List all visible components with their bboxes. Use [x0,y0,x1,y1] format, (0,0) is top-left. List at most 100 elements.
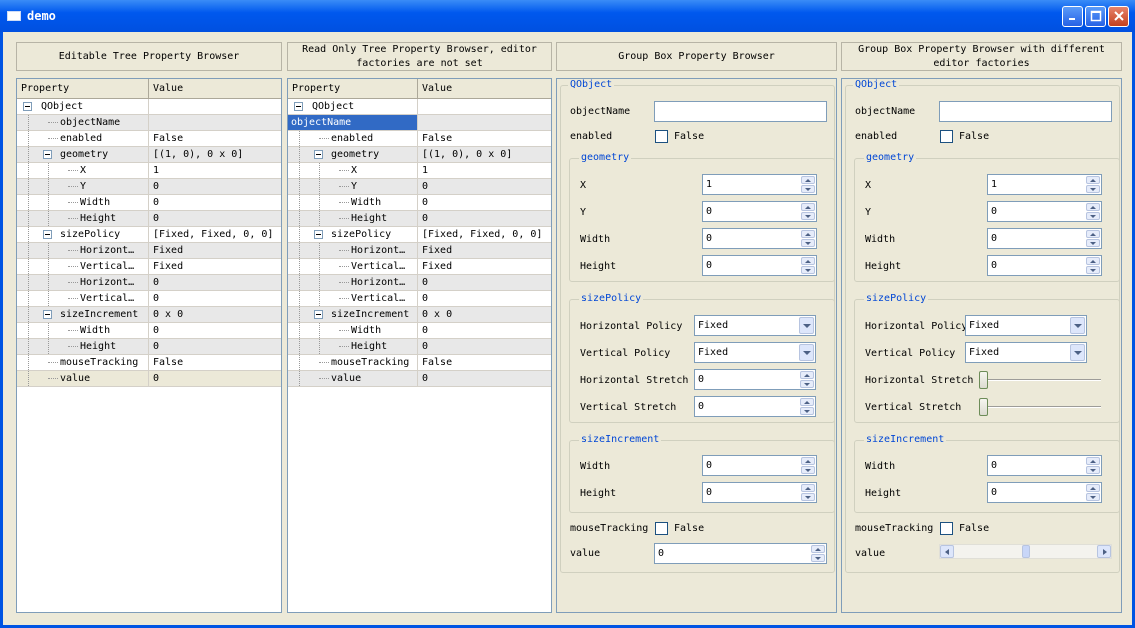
tree-row[interactable]: Vertical… 0 [17,291,281,307]
spin-up-icon[interactable] [801,484,815,492]
value-spinbox[interactable]: 0 [654,543,827,564]
width-spinbox[interactable]: 0 [702,228,817,249]
column-header-value[interactable]: Value [418,79,551,99]
spin-down-icon[interactable] [801,212,815,220]
value-cell[interactable] [149,99,153,114]
size-increment-height-spinbox[interactable]: 0 [702,482,817,503]
tree-row[interactable]: Horizont… 0 [288,275,551,291]
objectName-input[interactable] [939,101,1112,122]
value-cell[interactable]: Fixed [149,259,183,274]
value-cell[interactable]: 0 [149,195,159,210]
minimize-button[interactable] [1062,6,1083,27]
value-cell[interactable]: 0 [149,371,159,386]
spin-up-icon[interactable] [1086,230,1100,238]
spin-down-icon[interactable] [1086,493,1100,501]
spin-up-icon[interactable] [800,371,814,379]
scroll-right-icon[interactable] [1097,545,1111,558]
vertical-stretch-slider[interactable] [979,397,1101,417]
slider-thumb[interactable] [979,398,988,416]
tree-row[interactable]: Vertical… Fixed [288,259,551,275]
spin-down-icon[interactable] [811,554,825,562]
spin-up-icon[interactable] [1086,257,1100,265]
close-button[interactable] [1108,6,1129,27]
value-cell[interactable]: 0 [149,179,159,194]
tree-row[interactable]: Vertical… 0 [288,291,551,307]
collapse-icon[interactable] [314,150,323,159]
x-spinbox[interactable]: 1 [987,174,1102,195]
spin-down-icon[interactable] [801,493,815,501]
tree-row[interactable]: enabled False [288,131,551,147]
slider-thumb[interactable] [979,371,988,389]
tree-row[interactable]: value 0 [288,371,551,387]
height-spinbox[interactable]: 0 [987,255,1102,276]
tree-row[interactable]: objectName [288,115,551,131]
tree-row[interactable]: mouseTracking False [17,355,281,371]
value-cell[interactable]: [(1, 0), 0 x 0] [149,147,243,162]
collapse-icon[interactable] [314,230,323,239]
spin-down-icon[interactable] [801,185,815,193]
enabled-checkbox[interactable] [655,130,668,143]
tree-row[interactable]: Width 0 [288,323,551,339]
value-cell[interactable]: 0 [149,275,159,290]
readonly-tree-browser[interactable]: Property Value QObject objectName enabled Fal… [287,78,552,613]
size-increment-width-spinbox[interactable]: 0 [702,455,817,476]
tree-row[interactable]: sizeIncrement 0 x 0 [17,307,281,323]
tree-row[interactable]: Y0 [17,179,281,195]
editable-tree-browser[interactable]: Property Value QObject objectName enabled Fal… [16,78,282,613]
column-header-value[interactable]: Value [149,79,281,99]
chevron-down-icon[interactable] [799,344,814,361]
spin-up-icon[interactable] [801,176,815,184]
y-spinbox[interactable]: 0 [987,201,1102,222]
spin-down-icon[interactable] [1086,185,1100,193]
value-cell[interactable]: 0 [149,339,159,354]
size-increment-height-spinbox[interactable]: 0 [987,482,1102,503]
value-cell[interactable]: False [149,355,183,370]
spin-down-icon[interactable] [801,239,815,247]
tree-row[interactable]: sizePolicy [Fixed, Fixed, 0, 0] [288,227,551,243]
spin-down-icon[interactable] [801,466,815,474]
spin-down-icon[interactable] [1086,266,1100,274]
value-cell[interactable]: 0 x 0 [149,307,183,322]
width-spinbox[interactable]: 0 [987,228,1102,249]
spin-up-icon[interactable] [801,203,815,211]
value-cell[interactable]: 0 [149,211,159,226]
tree-row[interactable]: sizePolicy [Fixed, Fixed, 0, 0] [17,227,281,243]
chevron-down-icon[interactable] [1070,344,1085,361]
spin-down-icon[interactable] [1086,212,1100,220]
objectName-input[interactable] [654,101,827,122]
tree-row[interactable]: mouseTracking False [288,355,551,371]
scroll-left-icon[interactable] [940,545,954,558]
vertical-policy-combo[interactable]: Fixed [965,342,1087,363]
value-cell[interactable]: 1 [149,163,159,178]
spin-up-icon[interactable] [1086,457,1100,465]
value-cell[interactable] [149,115,153,130]
tree-row[interactable]: Width 0 [288,195,551,211]
maximize-button[interactable] [1085,6,1106,27]
collapse-icon[interactable] [294,102,303,111]
tree-row[interactable]: Height 0 [288,339,551,355]
tree-row[interactable]: Vertical… Fixed [17,259,281,275]
spin-down-icon[interactable] [1086,239,1100,247]
spin-up-icon[interactable] [811,545,825,553]
horizontal-stretch-slider[interactable] [979,370,1101,390]
tree-row[interactable]: QObject [288,99,551,115]
horizontal-policy-combo[interactable]: Fixed [694,315,816,336]
mouseTracking-checkbox[interactable] [940,522,953,535]
spin-down-icon[interactable] [800,380,814,388]
enabled-checkbox[interactable] [940,130,953,143]
value-cell[interactable]: 0 [149,291,159,306]
tree-row[interactable]: enabled False [17,131,281,147]
value-scrollbar[interactable] [939,544,1112,559]
x-spinbox[interactable]: 1 [702,174,817,195]
tree-row[interactable]: Width 0 [17,323,281,339]
tree-row[interactable]: Height 0 [17,211,281,227]
spin-up-icon[interactable] [801,257,815,265]
chevron-down-icon[interactable] [1070,317,1085,334]
tree-row[interactable]: Horizont… 0 [17,275,281,291]
spin-down-icon[interactable] [801,266,815,274]
collapse-icon[interactable] [314,310,323,319]
tree-row[interactable]: QObject [17,99,281,115]
spin-down-icon[interactable] [1086,466,1100,474]
size-increment-width-spinbox[interactable]: 0 [987,455,1102,476]
spin-down-icon[interactable] [800,407,814,415]
